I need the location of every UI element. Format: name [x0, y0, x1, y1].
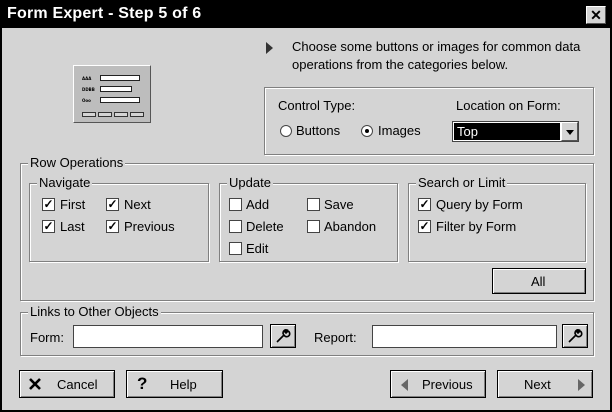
all-button-label: All — [531, 274, 546, 289]
delete-checkbox[interactable] — [229, 220, 242, 233]
wrench-icon — [568, 329, 583, 343]
report-link-label: Report: — [314, 330, 357, 345]
location-select[interactable]: Top — [452, 121, 579, 142]
preview-button — [130, 112, 144, 117]
last-label[interactable]: Last — [60, 219, 85, 234]
wrench-icon — [276, 329, 291, 343]
save-label[interactable]: Save — [324, 197, 354, 212]
last-checkbox[interactable]: ✓ — [42, 220, 55, 233]
radio-images-label[interactable]: Images — [378, 123, 421, 138]
cancel-button[interactable]: Cancel — [19, 370, 115, 398]
preview-field — [100, 97, 140, 103]
update-legend: Update — [227, 175, 273, 190]
abandon-checkbox[interactable] — [307, 220, 320, 233]
form-expert-dialog: Form Expert - Step 5 of 6 ✕ AAA DDBB Ooo… — [0, 0, 612, 412]
previous-button[interactable]: Previous — [390, 370, 486, 398]
help-label: Help — [170, 377, 197, 392]
links-legend: Links to Other Objects — [28, 304, 161, 319]
preview-label-1: AAA — [82, 76, 92, 81]
delete-label[interactable]: Delete — [246, 219, 284, 234]
preview-button — [114, 112, 128, 117]
radio-buttons[interactable] — [280, 125, 292, 137]
location-label: Location on Form: — [456, 98, 561, 113]
filter-by-form-checkbox[interactable]: ✓ — [418, 220, 431, 233]
row-operations-legend: Row Operations — [28, 155, 126, 170]
close-icon: ✕ — [590, 7, 602, 23]
preview-button — [82, 112, 96, 117]
previous-label: Previous — [422, 377, 473, 392]
form-link-label: Form: — [30, 330, 64, 345]
all-button[interactable]: All — [492, 268, 586, 294]
window-title: Form Expert - Step 5 of 6 — [7, 5, 202, 22]
radio-buttons-label[interactable]: Buttons — [296, 123, 340, 138]
preview-label-3: Ooo — [82, 98, 91, 103]
preview-button — [98, 112, 112, 117]
query-by-form-checkbox[interactable]: ✓ — [418, 198, 431, 211]
help-button[interactable]: ? Help — [126, 370, 223, 398]
cancel-label: Cancel — [57, 377, 98, 392]
form-link-field[interactable] — [73, 325, 263, 348]
arrow-right-icon — [578, 379, 585, 391]
next-button[interactable]: Next — [497, 370, 593, 398]
save-checkbox[interactable] — [307, 198, 320, 211]
arrow-left-icon — [401, 379, 408, 391]
edit-label[interactable]: Edit — [246, 241, 268, 256]
close-button[interactable]: ✕ — [586, 6, 606, 24]
previous-checkbox[interactable]: ✓ — [106, 220, 119, 233]
previous-label[interactable]: Previous — [124, 219, 175, 234]
abandon-label[interactable]: Abandon — [324, 219, 376, 234]
add-checkbox[interactable] — [229, 198, 242, 211]
report-link-field[interactable] — [372, 325, 557, 348]
form-builder-button[interactable] — [270, 324, 296, 348]
arrow-right-icon — [266, 42, 273, 54]
title-bar: Form Expert - Step 5 of 6 ✕ — [2, 2, 610, 28]
first-label[interactable]: First — [60, 197, 85, 212]
chevron-down-icon[interactable] — [561, 122, 578, 141]
preview-label-2: DDBB — [82, 87, 95, 92]
question-icon: ? — [137, 374, 148, 393]
close-icon — [29, 378, 41, 390]
next-checkbox[interactable]: ✓ — [106, 198, 119, 211]
filter-by-form-label[interactable]: Filter by Form — [436, 219, 516, 234]
preview-field — [100, 86, 132, 92]
query-by-form-label[interactable]: Query by Form — [436, 197, 523, 212]
edit-checkbox[interactable] — [229, 242, 242, 255]
radio-images[interactable] — [361, 125, 373, 137]
first-checkbox[interactable]: ✓ — [42, 198, 55, 211]
preview-field — [100, 75, 140, 81]
control-type-label: Control Type: — [278, 98, 356, 113]
instructions-text: Choose some buttons or images for common… — [292, 39, 581, 72]
next-label[interactable]: Next — [124, 197, 151, 212]
add-label[interactable]: Add — [246, 197, 269, 212]
search-limit-legend: Search or Limit — [416, 175, 508, 190]
form-preview-image: AAA DDBB Ooo — [73, 65, 151, 123]
report-builder-button[interactable] — [562, 324, 588, 348]
next-label: Next — [524, 377, 551, 392]
navigate-legend: Navigate — [37, 175, 93, 190]
location-select-value: Top — [454, 123, 560, 140]
navigate-group — [29, 183, 209, 262]
